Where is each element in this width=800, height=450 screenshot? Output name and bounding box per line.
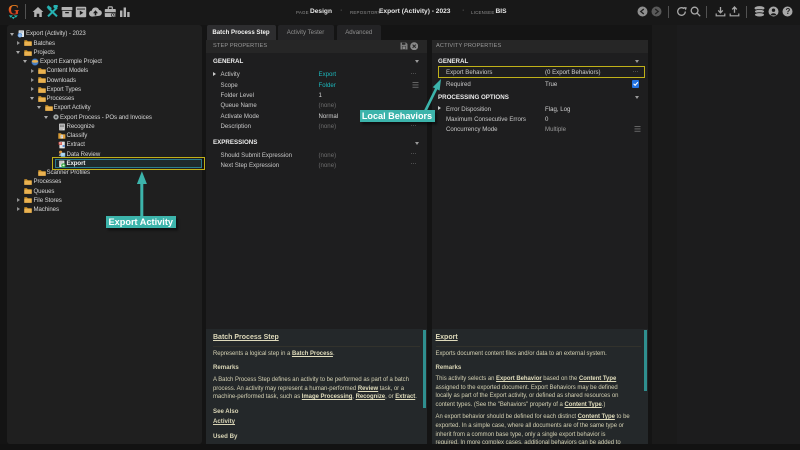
svg-text:?: ? <box>786 7 791 16</box>
